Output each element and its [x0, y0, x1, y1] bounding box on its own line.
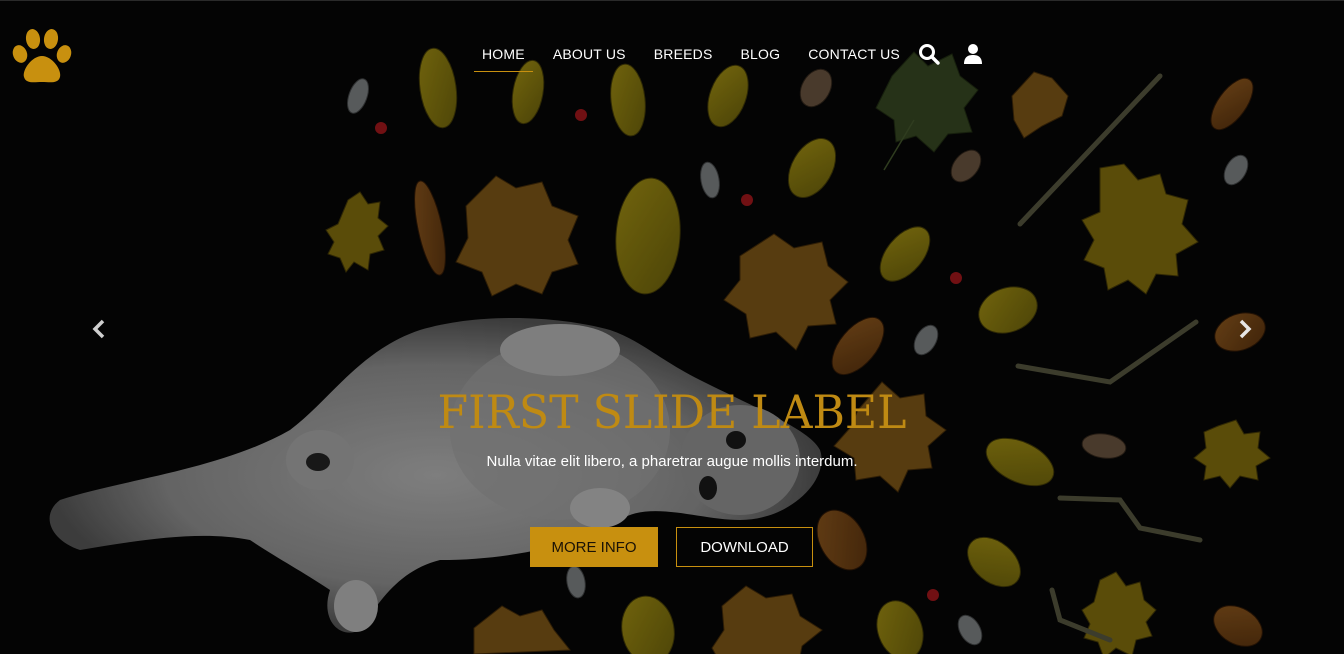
main-nav: HOME ABOUT US BREEDS BLOG CONTACT US [474, 43, 984, 72]
hero-background-image [0, 0, 1344, 654]
nav-item-blog[interactable]: BLOG [733, 43, 789, 65]
paw-logo-icon[interactable] [10, 26, 74, 86]
nav-item-breeds[interactable]: BREEDS [646, 43, 721, 65]
hero-carousel: HOME ABOUT US BREEDS BLOG CONTACT US FIR… [0, 0, 1344, 654]
carousel-prev-button[interactable] [84, 312, 114, 346]
top-border [0, 0, 1344, 1]
download-button[interactable]: DOWNLOAD [676, 527, 813, 567]
slide-title: FIRST SLIDE LABEL [437, 385, 907, 439]
chevron-left-icon [92, 319, 105, 339]
nav-item-about-us[interactable]: ABOUT US [545, 43, 634, 65]
search-icon[interactable] [918, 43, 940, 65]
nav-item-contact-us[interactable]: CONTACT US [800, 43, 908, 65]
nav-item-home[interactable]: HOME [474, 43, 533, 72]
slide-description: Nulla vitae elit libero, a pharetrar aug… [486, 453, 858, 470]
user-icon[interactable] [962, 43, 984, 65]
more-info-button[interactable]: MORE INFO [530, 527, 658, 567]
chevron-right-icon [1239, 319, 1252, 339]
carousel-next-button[interactable] [1230, 312, 1260, 346]
